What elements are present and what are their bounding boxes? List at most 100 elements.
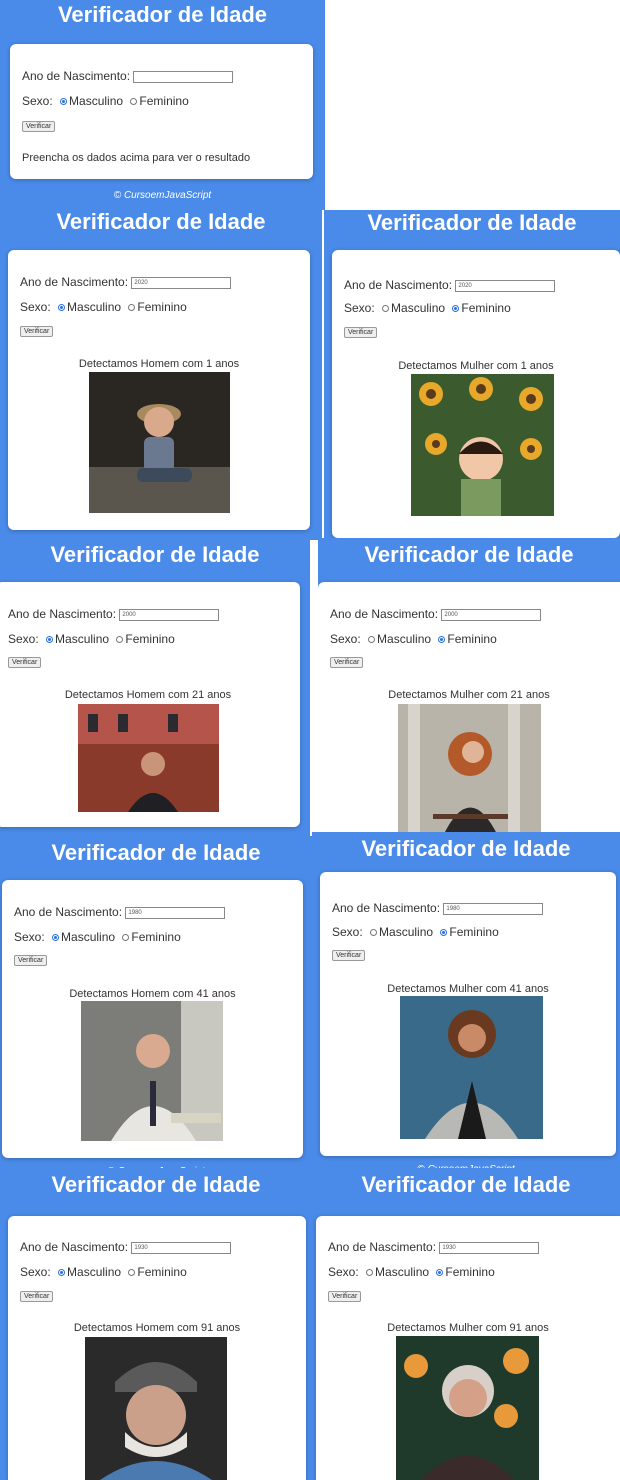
verify-button[interactable]: Verificar (332, 950, 366, 961)
verify-button[interactable]: Verificar (328, 1291, 362, 1302)
year-input[interactable]: 1930 (131, 1241, 232, 1254)
female-radio[interactable] (128, 1269, 136, 1277)
year-label: Ano de Nascimento: (328, 1240, 437, 1254)
page-title: Verificador de Idade (50, 542, 260, 567)
year-input[interactable] (133, 70, 234, 83)
result-message: Detectamos Mulher com 41 anos (387, 983, 549, 995)
page-title: Verificador de Idade (51, 840, 261, 865)
male-radio[interactable] (366, 1269, 374, 1277)
female-label: Feminino (461, 301, 511, 315)
male-label: Masculino (69, 94, 124, 108)
female-label: Feminino (125, 632, 175, 646)
old-man-photo (85, 1337, 227, 1480)
sex-label: Sexo: (20, 1265, 51, 1279)
male-radio[interactable] (58, 1269, 66, 1277)
year-row: Ano de Nascimento: 2000 (8, 607, 220, 621)
panel-female-1980: Verificador de Idade Ano de Nascimento: … (312, 832, 620, 1168)
verify-button[interactable]: Verificar (22, 121, 56, 132)
year-input[interactable]: 1980 (125, 906, 226, 919)
result-message: Detectamos Mulher com 91 anos (387, 1322, 549, 1334)
sex-row: Sexo: Masculino Feminino (330, 632, 497, 646)
verify-button[interactable]: Verificar (20, 1291, 54, 1302)
year-label: Ano de Nascimento: (14, 905, 123, 919)
sex-row: Sexo: Masculino Feminino (344, 301, 511, 315)
male-radio[interactable] (46, 636, 54, 644)
year-row: Ano de Nascimento: 1930 (328, 1240, 540, 1254)
sex-label: Sexo: (328, 1265, 359, 1279)
panel-female-2000: Verificador de Idade Ano de Nascimento: … (318, 538, 620, 836)
female-label: Feminino (449, 925, 499, 939)
sex-label: Sexo: (344, 301, 375, 315)
year-label: Ano de Nascimento: (332, 901, 441, 915)
female-label: Feminino (139, 94, 189, 108)
sex-row: Sexo: Masculino Feminino (14, 930, 181, 944)
female-radio[interactable] (122, 934, 130, 942)
panel-male-2020: Verificador de Idade Ano de Nascimento: … (0, 205, 322, 540)
sex-row: Sexo: Masculino Feminino (22, 94, 189, 108)
form-card: Ano de Nascimento: 1930 Sexo: Masculino … (8, 1216, 306, 1480)
result-message: Detectamos Homem com 21 anos (64, 689, 232, 701)
adult-woman-photo (400, 996, 543, 1139)
female-radio[interactable] (438, 636, 446, 644)
year-label: Ano de Nascimento: (20, 1240, 129, 1254)
sex-row: Sexo: Masculino Feminino (332, 925, 499, 939)
male-label: Masculino (67, 300, 122, 314)
female-label: Feminino (445, 1265, 495, 1279)
female-label: Feminino (137, 1265, 187, 1279)
male-label: Masculino (391, 301, 446, 315)
male-radio[interactable] (52, 934, 60, 942)
male-label: Masculino (61, 930, 116, 944)
sex-label: Sexo: (8, 632, 39, 646)
baby-boy-photo (89, 372, 230, 513)
female-radio[interactable] (116, 636, 124, 644)
page-title: Verificador de Idade (367, 210, 577, 235)
verify-button[interactable]: Verificar (8, 657, 42, 668)
female-radio[interactable] (440, 929, 448, 937)
male-radio[interactable] (370, 929, 378, 937)
year-input[interactable]: 2020 (455, 279, 556, 292)
male-label: Masculino (375, 1265, 430, 1279)
sex-row: Sexo: Masculino Feminino (328, 1265, 495, 1279)
female-radio[interactable] (436, 1269, 444, 1277)
form-card: Ano de Nascimento: 1980 Sexo: Masculino … (320, 872, 616, 1156)
year-input[interactable]: 2000 (119, 608, 220, 621)
panel-female-2020: Verificador de Idade Ano de Nascimento: … (324, 210, 620, 540)
form-card: Ano de Nascimento: Sexo: Masculino Femin… (10, 44, 313, 179)
young-man-photo (78, 704, 219, 812)
page-title: Verificador de Idade (364, 542, 574, 567)
sex-row: Sexo: Masculino Feminino (8, 632, 175, 646)
sex-row: Sexo: Masculino Feminino (20, 300, 187, 314)
male-radio[interactable] (58, 304, 66, 312)
verify-button[interactable]: Verificar (330, 657, 364, 668)
year-input[interactable]: 1930 (439, 1241, 540, 1254)
sex-label: Sexo: (330, 632, 361, 646)
male-radio[interactable] (60, 98, 68, 106)
female-radio[interactable] (130, 98, 138, 106)
year-row: Ano de Nascimento: (22, 69, 234, 83)
verify-button[interactable]: Verificar (344, 327, 378, 338)
female-label: Feminino (131, 930, 181, 944)
female-radio[interactable] (452, 305, 460, 313)
year-input[interactable]: 2000 (441, 608, 542, 621)
year-row: Ano de Nascimento: 2000 (330, 607, 542, 621)
year-label: Ano de Nascimento: (20, 275, 129, 289)
verify-button[interactable]: Verificar (14, 955, 48, 966)
female-radio[interactable] (128, 304, 136, 312)
year-input[interactable]: 2020 (131, 276, 232, 289)
panel-male-2000: Verificador de Idade Ano de Nascimento: … (0, 538, 310, 836)
male-radio[interactable] (368, 636, 376, 644)
year-input[interactable]: 1980 (443, 902, 544, 915)
old-woman-photo (396, 1336, 539, 1480)
page-title: Verificador de Idade (361, 836, 571, 861)
sex-label: Sexo: (14, 930, 45, 944)
sex-label: Sexo: (332, 925, 363, 939)
sex-label: Sexo: (22, 94, 53, 108)
result-message: Detectamos Mulher com 21 anos (388, 689, 550, 701)
verify-button[interactable]: Verificar (20, 326, 54, 337)
form-card: Ano de Nascimento: 2020 Sexo: Masculino … (8, 250, 310, 530)
page-title: Verificador de Idade (57, 2, 268, 27)
form-card: Ano de Nascimento: 1980 Sexo: Masculino … (2, 880, 303, 1158)
page-title: Verificador de Idade (56, 209, 266, 234)
male-radio[interactable] (382, 305, 390, 313)
female-label: Feminino (137, 300, 187, 314)
